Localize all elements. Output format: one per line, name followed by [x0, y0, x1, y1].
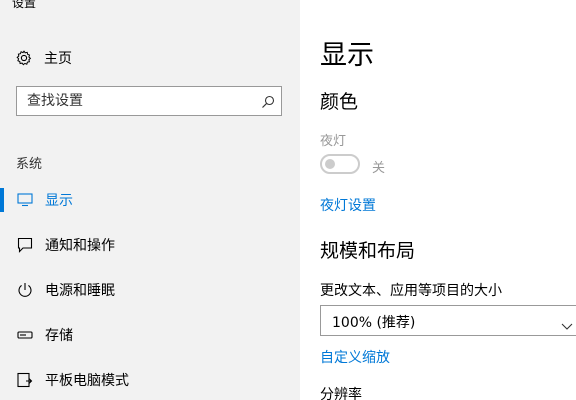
night-light-toggle[interactable] [320, 154, 360, 174]
night-light-settings-link[interactable]: 夜灯设置 [320, 195, 376, 215]
scale-dropdown[interactable]: 100% (推荐) [320, 305, 576, 336]
storage-icon [16, 326, 34, 344]
main-content: 显示 颜色 夜灯 关 夜灯设置 规模和布局 更改文本、应用等项目的大小 100%… [300, 0, 576, 400]
night-light-label: 夜灯 [320, 134, 347, 149]
gear-icon [16, 50, 32, 66]
tablet-mode-icon [16, 371, 34, 389]
sidebar-home[interactable]: 主页 [16, 48, 72, 68]
color-heading: 颜色 [320, 91, 359, 113]
sidebar-item-label: 电源和睡眠 [45, 283, 115, 299]
sidebar-section-title: 系统 [16, 157, 43, 172]
scale-dropdown-value: 100% (推荐) [332, 315, 416, 331]
scale-label: 更改文本、应用等项目的大小 [320, 283, 502, 299]
page-title: 显示 [320, 40, 374, 71]
sidebar-item-notifications[interactable]: 通知和操作 [0, 227, 300, 263]
notification-icon [16, 236, 34, 254]
monitor-icon [16, 191, 34, 209]
scale-layout-heading: 规模和布局 [320, 240, 416, 262]
sidebar: 设置 主页 系统 [0, 0, 300, 400]
resolution-label: 分辨率 [320, 387, 362, 400]
power-icon [16, 281, 34, 299]
settings-window: 设置 主页 系统 [0, 0, 576, 400]
night-light-state: 关 [372, 161, 386, 176]
sidebar-item-label: 存储 [45, 328, 73, 344]
sidebar-item-label: 平板电脑模式 [45, 373, 129, 389]
search-input[interactable] [27, 87, 257, 115]
active-indicator [0, 188, 4, 212]
search-icon[interactable] [261, 94, 275, 108]
sidebar-item-tablet-mode[interactable]: 平板电脑模式 [0, 362, 300, 398]
search-box [16, 86, 282, 116]
sidebar-item-storage[interactable]: 存储 [0, 317, 300, 353]
sidebar-item-label: 通知和操作 [45, 238, 115, 254]
sidebar-item-power-sleep[interactable]: 电源和睡眠 [0, 272, 300, 308]
toggle-knob [325, 159, 335, 169]
sidebar-home-label: 主页 [44, 51, 72, 67]
custom-scaling-link[interactable]: 自定义缩放 [320, 347, 390, 367]
window-title: 设置 [12, 0, 37, 10]
chevron-down-icon [561, 316, 573, 330]
sidebar-item-label: 显示 [45, 193, 73, 209]
sidebar-item-display[interactable]: 显示 [0, 182, 300, 218]
